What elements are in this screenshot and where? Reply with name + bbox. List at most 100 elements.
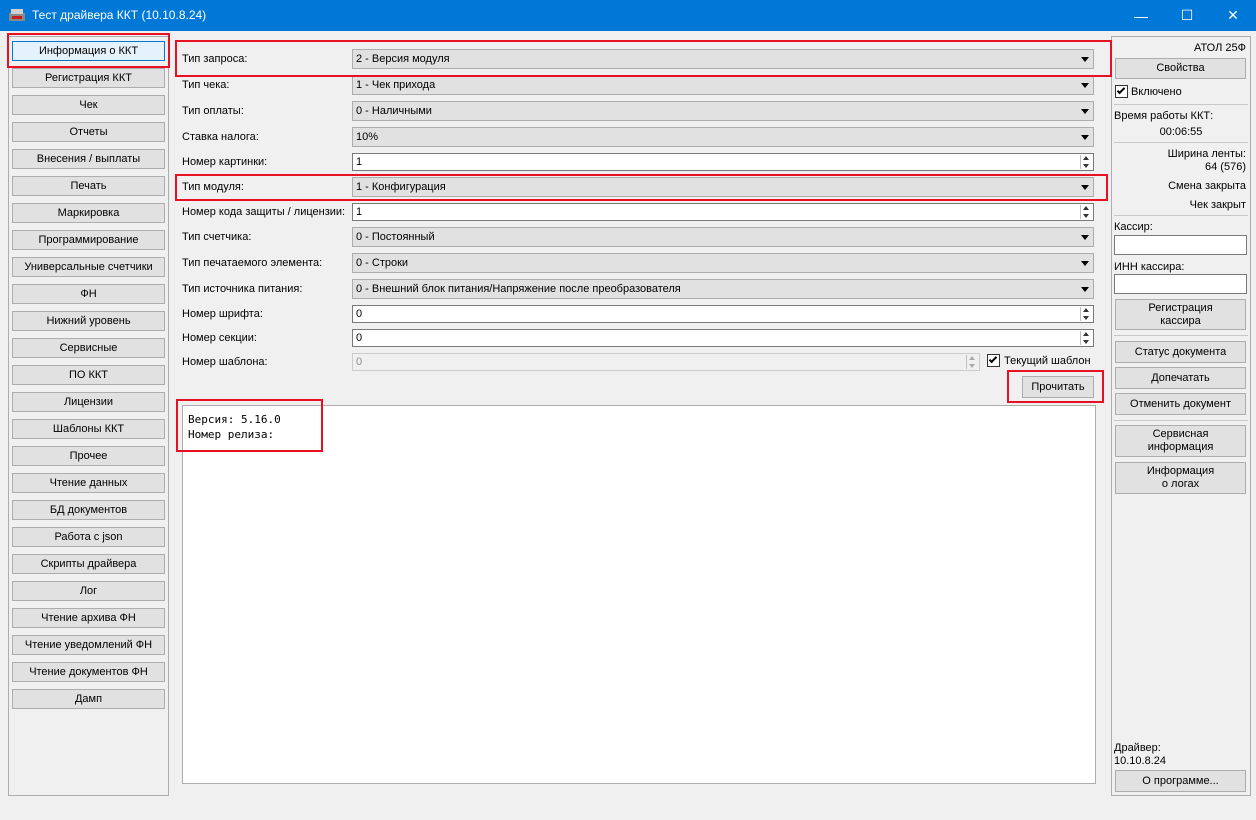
nav-fn-documents[interactable]: Чтение документов ФН — [12, 662, 165, 682]
checkmark-icon — [988, 354, 998, 364]
title-bar: Тест драйвера ККТ (10.10.8.24) — ☐ ✕ — [0, 0, 1256, 31]
divider — [1114, 335, 1248, 336]
nav-driver-scripts[interactable]: Скрипты драйвера — [12, 554, 165, 574]
cashier-inn-label: ИНН кассира: — [1114, 261, 1185, 273]
tape-width-value: 64 (576) — [1205, 161, 1246, 173]
divider — [1114, 420, 1248, 421]
close-button[interactable]: ✕ — [1210, 0, 1256, 31]
logs-info-button[interactable]: Информация о логах — [1115, 462, 1246, 494]
nav-log[interactable]: Лог — [12, 581, 165, 601]
receipt-type-select[interactable]: 1 - Чек прихода — [352, 75, 1094, 95]
nav-json[interactable]: Работа с json — [12, 527, 165, 547]
service-info-button[interactable]: Сервисная информация — [1115, 425, 1246, 457]
divider — [1114, 215, 1248, 216]
spin-arrows-icon[interactable] — [1080, 155, 1092, 169]
nav-panel: Информация о ККТ Регистрация ККТ Чек Отч… — [8, 36, 169, 796]
print-element-type-label: Тип печатаемого элемента: — [182, 257, 323, 269]
nav-receipt[interactable]: Чек — [12, 95, 165, 115]
module-type-label: Тип модуля: — [182, 181, 244, 193]
main-panel: Тип запроса: 2 - Версия модуля Тип чека:… — [174, 36, 1106, 796]
power-source-type-select[interactable]: 0 - Внешний блок питания/Напряжение посл… — [352, 279, 1094, 299]
register-cashier-button[interactable]: Регистрация кассира — [1115, 299, 1246, 330]
spin-arrows-icon[interactable] — [1080, 205, 1092, 219]
chevron-down-icon — [1081, 287, 1089, 292]
nav-cash-in-out[interactable]: Внесения / выплаты — [12, 149, 165, 169]
current-template-checkbox[interactable] — [987, 354, 1000, 367]
nav-universal-counters[interactable]: Универсальные счетчики — [12, 257, 165, 277]
nav-fn-notifications[interactable]: Чтение уведомлений ФН — [12, 635, 165, 655]
section-number-label: Номер секции: — [182, 332, 257, 344]
cashier-input[interactable] — [1114, 235, 1247, 255]
spin-arrows-icon[interactable] — [1080, 307, 1092, 321]
power-source-type-label: Тип источника питания: — [182, 283, 303, 295]
window-title: Тест драйвера ККТ (10.10.8.24) — [32, 8, 207, 22]
nav-fn-archive[interactable]: Чтение архива ФН — [12, 608, 165, 628]
cashier-inn-input[interactable] — [1114, 274, 1247, 294]
counter-type-select[interactable]: 0 - Постоянный — [352, 227, 1094, 247]
uptime-label: Время работы ККТ: — [1114, 110, 1214, 122]
divider — [1114, 104, 1248, 105]
template-number-input: 0 — [352, 353, 980, 371]
tape-width-label: Ширина ленты: — [1167, 148, 1246, 160]
about-button[interactable]: О программе... — [1115, 770, 1246, 792]
nav-dump[interactable]: Дамп — [12, 689, 165, 709]
nav-programming[interactable]: Программирование — [12, 230, 165, 250]
counter-type-label: Тип счетчика: — [182, 231, 252, 243]
request-type-select[interactable]: 2 - Версия модуля — [352, 49, 1094, 69]
request-type-label: Тип запроса: — [182, 53, 248, 65]
section-number-input[interactable]: 0 — [352, 329, 1094, 347]
nav-fn[interactable]: ФН — [12, 284, 165, 304]
nav-info-kkt[interactable]: Информация о ККТ — [12, 41, 165, 61]
minimize-button[interactable]: — — [1118, 0, 1164, 31]
cancel-document-button[interactable]: Отменить документ — [1115, 393, 1246, 415]
nav-firmware[interactable]: ПО ККТ — [12, 365, 165, 385]
reprint-button[interactable]: Допечатать — [1115, 367, 1246, 389]
properties-button[interactable]: Свойства — [1115, 58, 1246, 79]
output-line-version: Версия: 5.16.0 — [188, 413, 281, 426]
nav-other[interactable]: Прочее — [12, 446, 165, 466]
print-element-type-select[interactable]: 0 - Строки — [352, 253, 1094, 273]
spin-arrows-icon[interactable] — [1080, 331, 1092, 345]
nav-read-data[interactable]: Чтение данных — [12, 473, 165, 493]
maximize-button[interactable]: ☐ — [1164, 0, 1210, 31]
chevron-down-icon — [1081, 135, 1089, 140]
tax-rate-label: Ставка налога: — [182, 131, 259, 143]
chevron-down-icon — [1081, 261, 1089, 266]
enabled-label: Включено — [1131, 86, 1182, 98]
font-number-label: Номер шрифта: — [182, 308, 263, 320]
device-model: АТОЛ 25Ф — [1193, 42, 1246, 54]
driver-version: 10.10.8.24 — [1114, 755, 1166, 767]
shift-status: Смена закрыта — [1168, 180, 1246, 192]
nav-marking[interactable]: Маркировка — [12, 203, 165, 223]
nav-low-level[interactable]: Нижний уровень — [12, 311, 165, 331]
nav-print[interactable]: Печать — [12, 176, 165, 196]
chevron-down-icon — [1081, 185, 1089, 190]
output-area[interactable]: Версия: 5.16.0 Номер релиза: — [182, 405, 1096, 784]
module-type-select[interactable]: 1 - Конфигурация — [352, 177, 1094, 197]
nav-documents-db[interactable]: БД документов — [12, 500, 165, 520]
nav-reports[interactable]: Отчеты — [12, 122, 165, 142]
nav-licenses[interactable]: Лицензии — [12, 392, 165, 412]
nav-templates[interactable]: Шаблоны ККТ — [12, 419, 165, 439]
license-code-input[interactable]: 1 — [352, 203, 1094, 221]
font-number-input[interactable]: 0 — [352, 305, 1094, 323]
nav-service[interactable]: Сервисные — [12, 338, 165, 358]
receipt-type-label: Тип чека: — [182, 79, 230, 91]
spin-arrows-icon — [966, 355, 978, 369]
picture-number-input[interactable]: 1 — [352, 153, 1094, 171]
picture-number-label: Номер картинки: — [182, 156, 268, 168]
chevron-down-icon — [1081, 57, 1089, 62]
payment-type-label: Тип оплаты: — [182, 105, 244, 117]
tax-rate-select[interactable]: 10% — [352, 127, 1094, 147]
license-code-label: Номер кода защиты / лицензии: — [182, 206, 346, 218]
nav-registration-kkt[interactable]: Регистрация ККТ — [12, 68, 165, 88]
enabled-checkbox[interactable] — [1115, 85, 1128, 98]
document-status-button[interactable]: Статус документа — [1115, 341, 1246, 363]
checkmark-icon — [1116, 85, 1126, 95]
divider — [1114, 142, 1248, 143]
read-button[interactable]: Прочитать — [1022, 376, 1094, 398]
chevron-down-icon — [1081, 109, 1089, 114]
current-template-label: Текущий шаблон — [1004, 355, 1091, 367]
cashier-label: Кассир: — [1114, 221, 1153, 233]
payment-type-select[interactable]: 0 - Наличными — [352, 101, 1094, 121]
